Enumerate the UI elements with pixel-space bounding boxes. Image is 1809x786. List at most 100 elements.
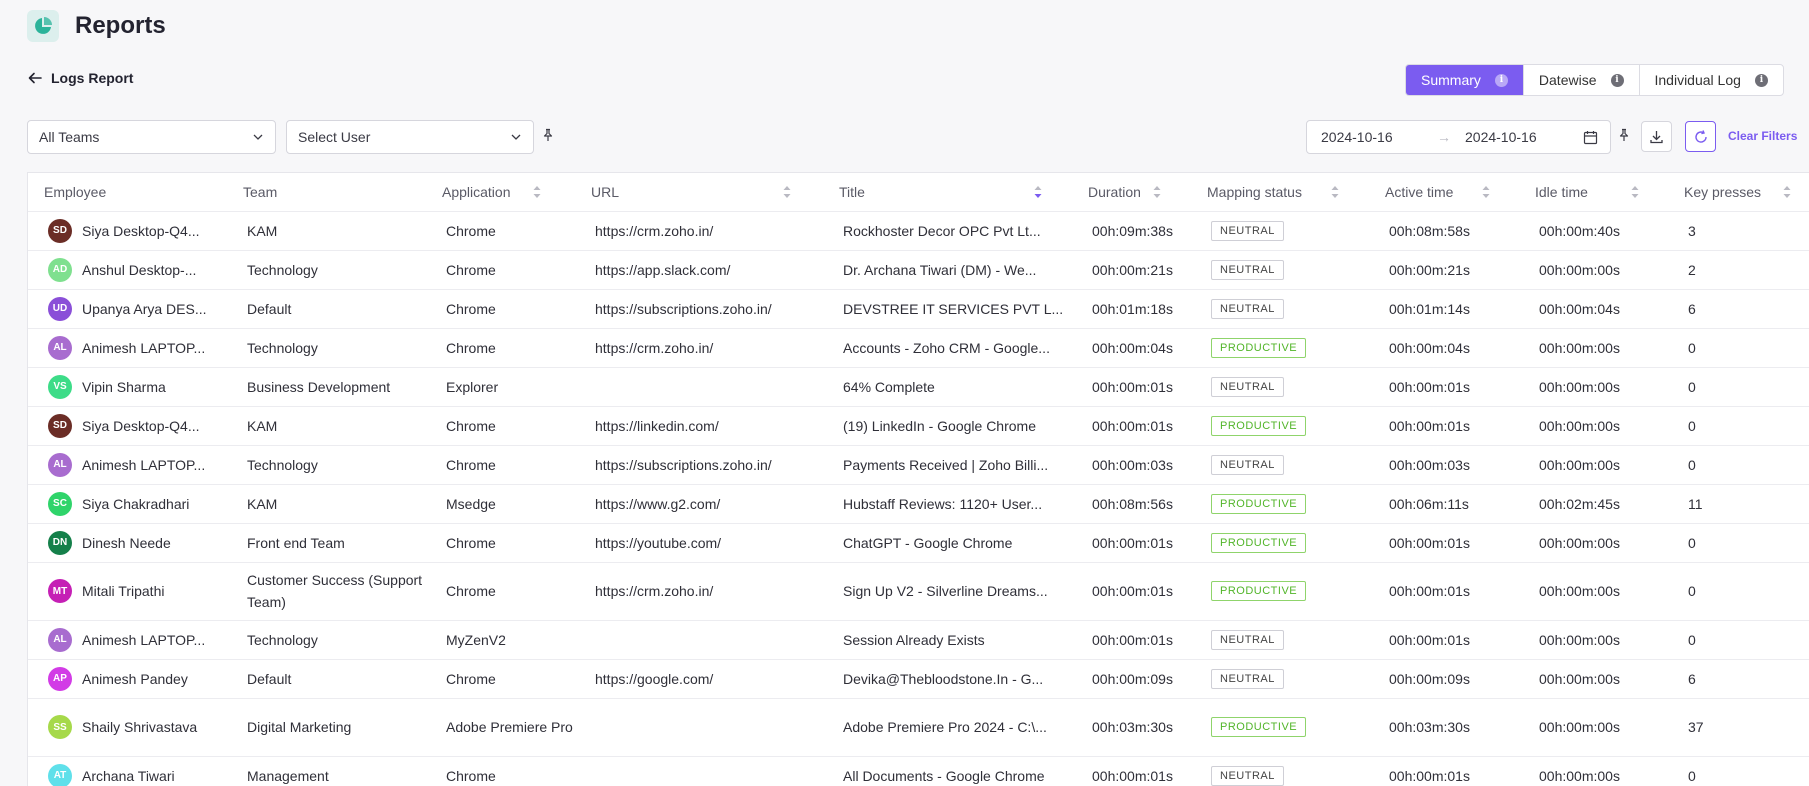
duration-cell: 00h:03m:30s — [1072, 697, 1191, 756]
date-range-picker[interactable]: 2024-10-16 → 2024-10-16 — [1306, 120, 1611, 154]
sort-icon[interactable] — [1481, 185, 1491, 199]
team-select[interactable]: All Teams — [27, 120, 276, 154]
employee-name[interactable]: Mitali Tripathi — [82, 583, 164, 599]
key-presses-cell: 11 — [1668, 483, 1809, 523]
user-select-value: Select User — [298, 129, 371, 145]
column-header-employee[interactable]: Employee — [28, 173, 227, 211]
avatar: AT — [48, 763, 72, 786]
column-header-idle-time[interactable]: Idle time — [1519, 173, 1668, 211]
table-row[interactable]: AP Animesh Pandey Default Chrome https://goo… — [28, 658, 1809, 698]
employee-cell: UD Upanya Arya DES... — [28, 288, 227, 328]
download-button[interactable] — [1641, 121, 1672, 152]
column-header-mapping-status[interactable]: Mapping status — [1191, 173, 1369, 211]
column-header-key-presses[interactable]: Key presses — [1668, 173, 1809, 211]
page-title: Reports — [75, 12, 166, 39]
table-row[interactable]: MT Mitali Tripathi Customer Success (Suppo… — [28, 561, 1809, 620]
duration-cell: 00h:09m:38s — [1072, 210, 1191, 250]
avatar: SC — [48, 491, 72, 516]
title-cell: ChatGPT - Google Chrome — [823, 522, 1072, 562]
team-cell: Customer Success (Support Team) — [227, 561, 426, 620]
employee-name[interactable]: Dinesh Neede — [82, 535, 171, 551]
date-from[interactable]: 2024-10-16 — [1321, 129, 1431, 145]
table-row[interactable]: AL Animesh LAPTOP... Technology Chrome https… — [28, 444, 1809, 484]
tab-individual-log[interactable]: Individual Log i — [1640, 65, 1783, 95]
avatar: UD — [48, 296, 72, 321]
employee-name[interactable]: Animesh LAPTOP... — [82, 632, 205, 648]
application-cell: Chrome — [426, 522, 575, 562]
column-header-active-time[interactable]: Active time — [1369, 173, 1519, 211]
table-row[interactable]: SS Shaily Shrivastava Digital Marketing Ado… — [28, 697, 1809, 756]
table-row[interactable]: AD Anshul Desktop-... Technology Chrome http… — [28, 249, 1809, 289]
table-row[interactable]: UD Upanya Arya DES... Default Chrome https:/… — [28, 288, 1809, 328]
employee-name[interactable]: Siya Desktop-Q4... — [82, 418, 200, 434]
title-cell: All Documents - Google Chrome — [823, 755, 1072, 786]
status-badge: NEUTRAL — [1211, 765, 1284, 786]
table-row[interactable]: DN Dinesh Neede Front end Team Chrome https:… — [28, 522, 1809, 562]
employee-name[interactable]: Animesh LAPTOP... — [82, 457, 205, 473]
employee-name[interactable]: Vipin Sharma — [82, 379, 166, 395]
date-to[interactable]: 2024-10-16 — [1465, 129, 1575, 145]
tab-summary[interactable]: Summary i — [1406, 65, 1524, 95]
column-header-title[interactable]: Title — [823, 173, 1072, 211]
active-time-cell: 00h:06m:11s — [1369, 483, 1519, 523]
table-row[interactable]: SC Siya Chakradhari KAM Msedge https://www.g… — [28, 483, 1809, 523]
column-header-duration[interactable]: Duration — [1072, 173, 1191, 211]
status-badge: PRODUCTIVE — [1211, 415, 1307, 436]
pin-icon[interactable] — [541, 128, 555, 142]
title-cell: Devika@Thebloodstone.In - G... — [823, 658, 1072, 698]
table-row[interactable]: SD Siya Desktop-Q4... KAM Chrome https://lin… — [28, 405, 1809, 445]
table-row[interactable]: SD Siya Desktop-Q4... KAM Chrome https://crm… — [28, 210, 1809, 250]
arrow-left-icon[interactable] — [27, 70, 43, 86]
employee-name[interactable]: Shaily Shrivastava — [82, 719, 197, 735]
employee-name[interactable]: Siya Chakradhari — [82, 496, 189, 512]
column-header-team[interactable]: Team — [227, 173, 426, 211]
sort-icon[interactable] — [782, 185, 792, 199]
team-cell: Technology — [227, 619, 426, 659]
idle-time-cell: 00h:00m:04s — [1519, 288, 1668, 328]
info-icon[interactable]: i — [1610, 73, 1624, 87]
sort-icon[interactable] — [532, 185, 542, 199]
active-time-cell: 00h:00m:01s — [1369, 405, 1519, 445]
sort-icon[interactable] — [1152, 185, 1162, 199]
url-cell — [575, 755, 823, 786]
employee-name[interactable]: Anshul Desktop-... — [82, 262, 196, 278]
clear-filters-link[interactable]: Clear Filters — [1728, 129, 1797, 143]
chevron-down-icon — [253, 134, 263, 140]
employee-cell: AL Animesh LAPTOP... — [28, 444, 227, 484]
table-row[interactable]: AT Archana Tiwari Management Chrome All Docu… — [28, 755, 1809, 786]
employee-name[interactable]: Animesh Pandey — [82, 671, 188, 687]
employee-name[interactable]: Archana Tiwari — [82, 768, 175, 784]
avatar: AP — [48, 666, 72, 691]
info-icon[interactable]: i — [1754, 73, 1768, 87]
key-presses-cell: 0 — [1668, 327, 1809, 367]
sort-icon[interactable] — [1330, 185, 1340, 199]
idle-time-cell: 00h:00m:00s — [1519, 619, 1668, 659]
employee-name[interactable]: Animesh LAPTOP... — [82, 340, 205, 356]
url-cell — [575, 366, 823, 406]
employee-name[interactable]: Upanya Arya DES... — [82, 301, 207, 317]
title-cell: Adobe Premiere Pro 2024 - C:\... — [823, 697, 1072, 756]
pin-icon[interactable] — [1617, 128, 1631, 142]
column-header-application[interactable]: Application — [426, 173, 575, 211]
info-icon[interactable]: i — [1494, 73, 1508, 87]
sort-desc-icon[interactable] — [1033, 185, 1043, 199]
sort-icon[interactable] — [1782, 185, 1792, 199]
key-presses-cell: 2 — [1668, 249, 1809, 289]
table-row[interactable]: VS Vipin Sharma Business Development Explor… — [28, 366, 1809, 406]
active-time-cell: 00h:03m:30s — [1369, 697, 1519, 756]
calendar-icon[interactable] — [1583, 130, 1598, 145]
back-link[interactable]: Logs Report — [27, 70, 133, 86]
team-cell: Front end Team — [227, 522, 426, 562]
key-presses-cell: 0 — [1668, 522, 1809, 562]
refresh-button[interactable] — [1685, 121, 1716, 152]
user-select[interactable]: Select User — [286, 120, 534, 154]
sort-icon[interactable] — [1630, 185, 1640, 199]
employee-cell: AP Animesh Pandey — [28, 658, 227, 698]
table-row[interactable]: AL Animesh LAPTOP... Technology MyZenV2 Sess… — [28, 619, 1809, 659]
idle-time-cell: 00h:00m:00s — [1519, 249, 1668, 289]
employee-name[interactable]: Siya Desktop-Q4... — [82, 223, 200, 239]
column-header-url[interactable]: URL — [575, 173, 823, 211]
tab-datewise[interactable]: Datewise i — [1524, 65, 1640, 95]
active-time-cell: 00h:00m:04s — [1369, 327, 1519, 367]
table-row[interactable]: AL Animesh LAPTOP... Technology Chrome https… — [28, 327, 1809, 367]
